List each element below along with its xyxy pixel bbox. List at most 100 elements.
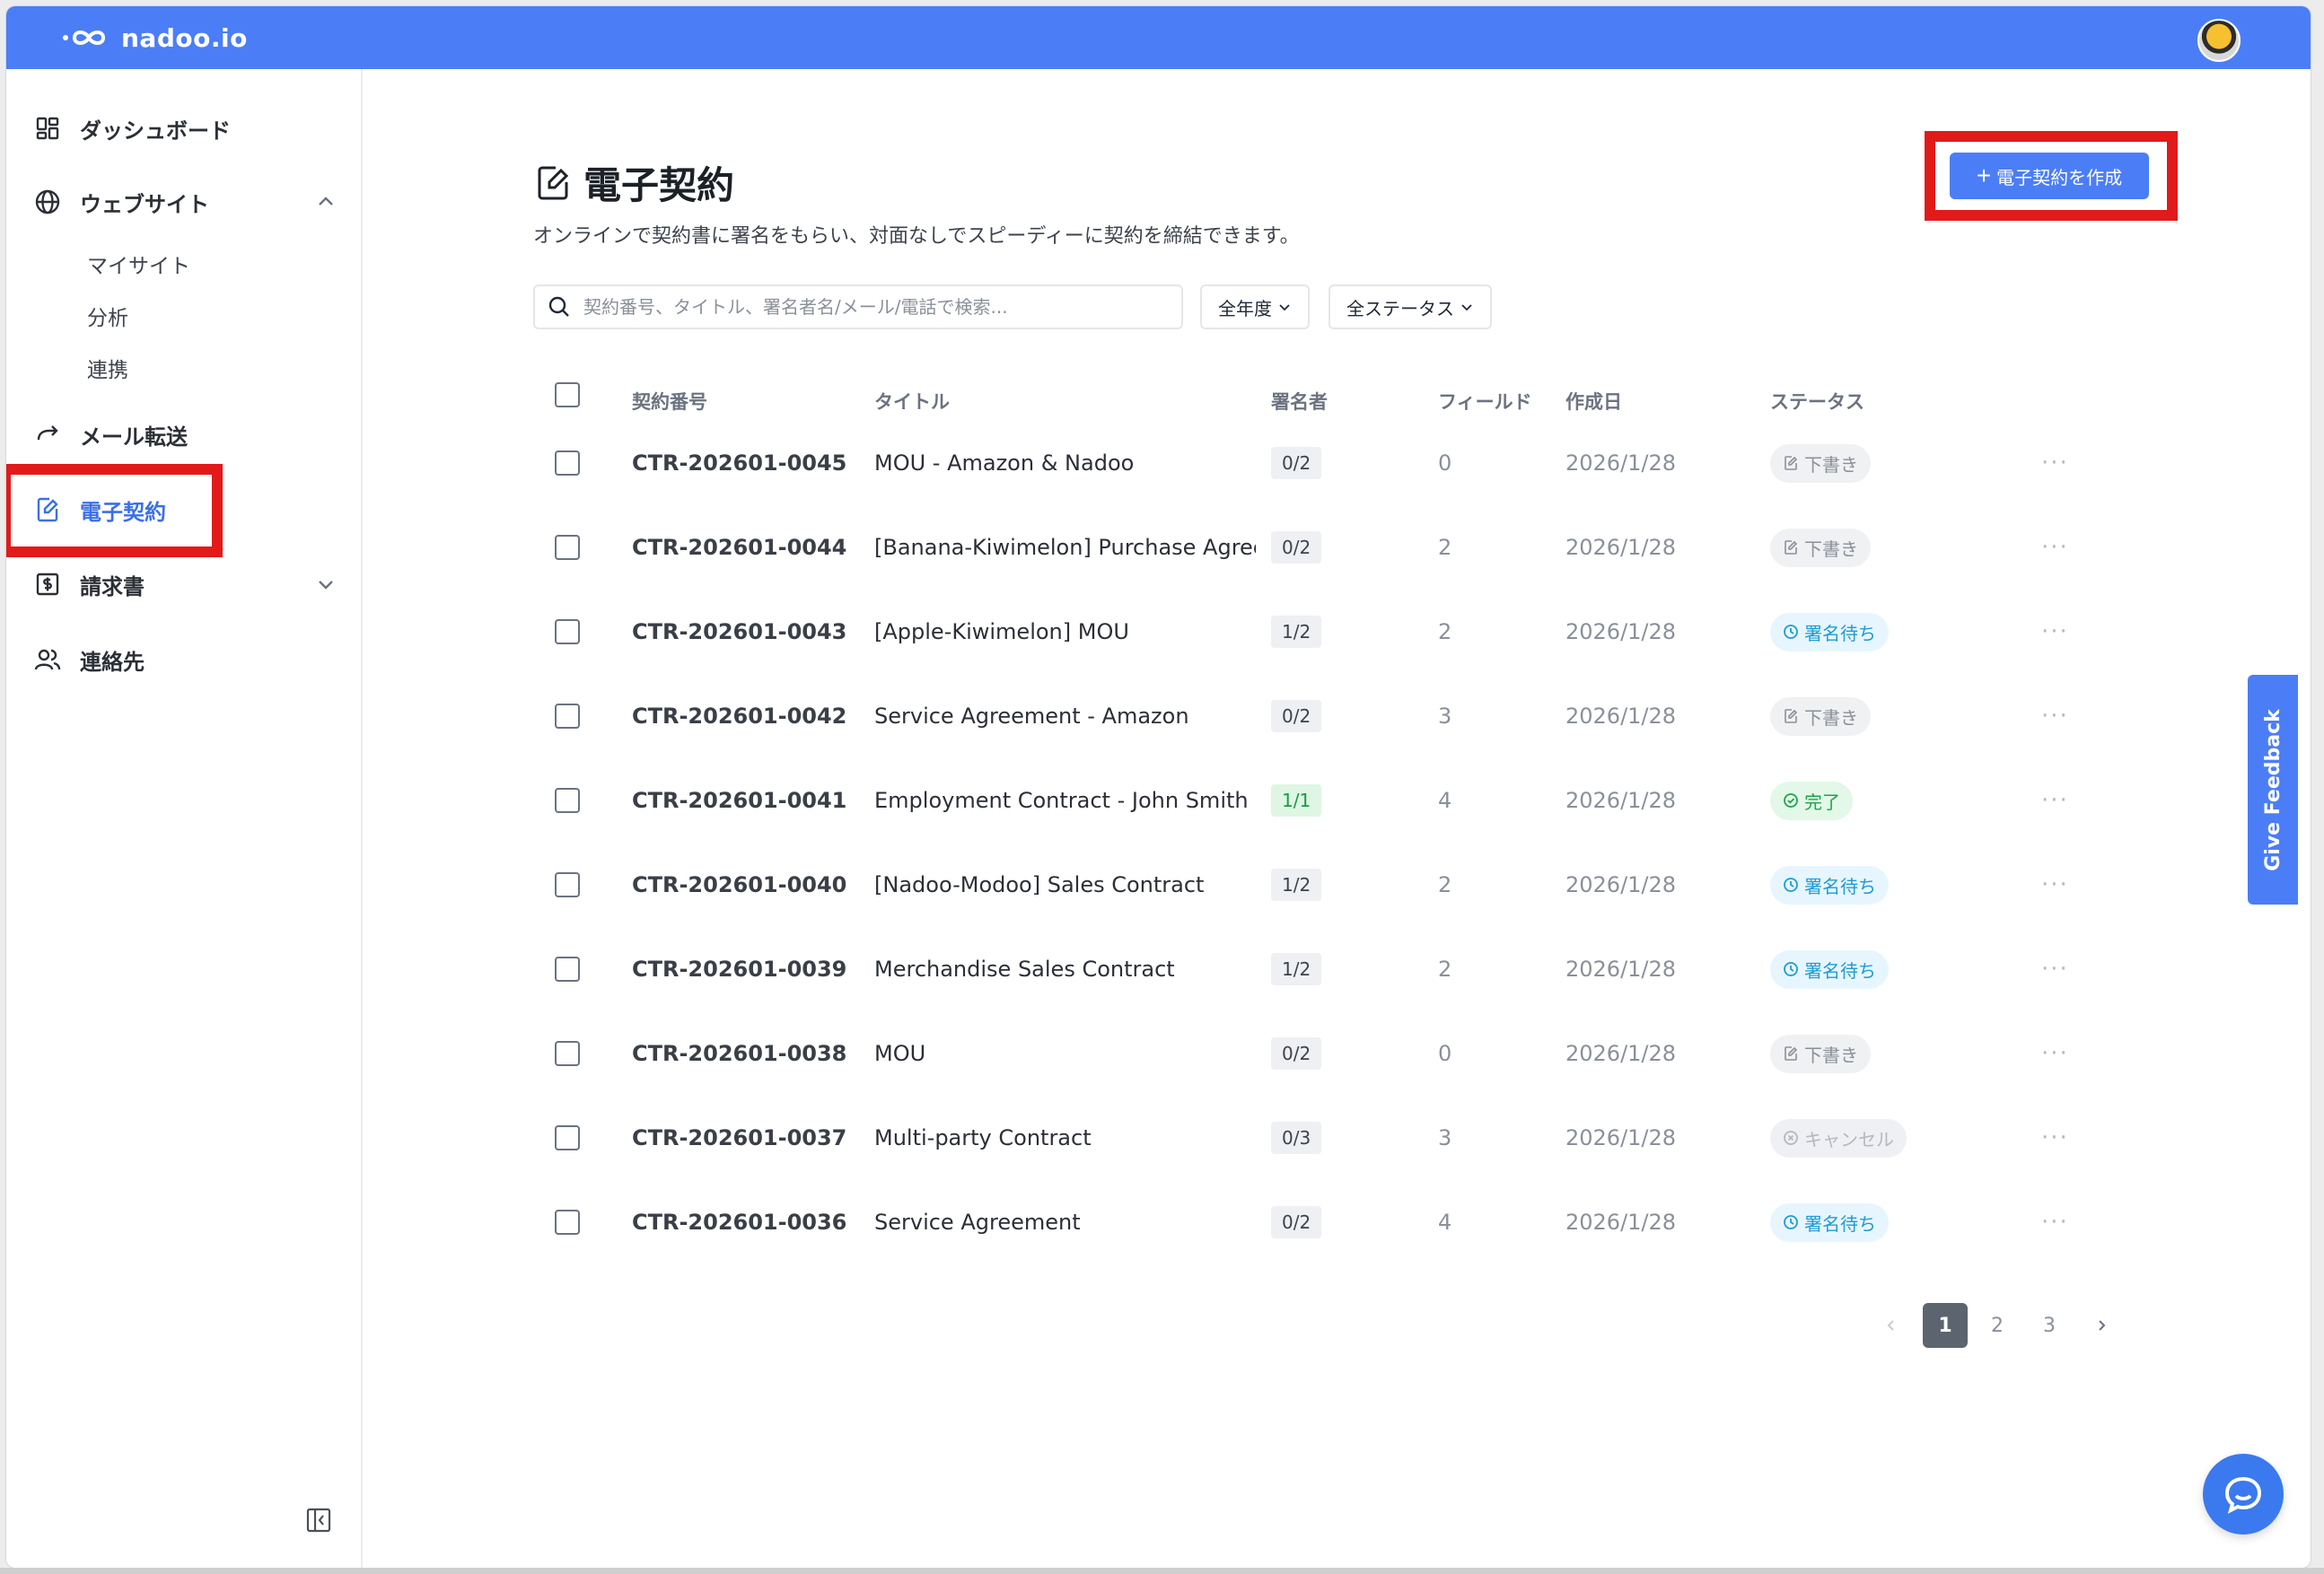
row-checkbox[interactable] (555, 1041, 580, 1066)
chat-support-button[interactable] (2203, 1454, 2284, 1535)
contract-title[interactable]: Service Agreement - Amazon (874, 674, 1256, 758)
field-count: 2 (1438, 535, 1452, 560)
user-avatar[interactable] (2197, 19, 2241, 62)
page-header: 電子契約 (533, 155, 734, 210)
row-checkbox[interactable] (555, 535, 580, 560)
table-row[interactable]: CTR-202601-0042 Service Agreement - Amazo… (363, 674, 2311, 758)
give-feedback-tab[interactable]: Give Feedback (2248, 675, 2298, 905)
signer-count-badge: 1/2 (1271, 869, 1322, 901)
status-badge: 署名待ち (1770, 949, 1889, 989)
status-cell: 署名待ち (1770, 843, 1889, 927)
table-row[interactable]: CTR-202601-0040 [Nadoo-Modoo] Sales Contr… (363, 843, 2311, 927)
contract-title[interactable]: Multi-party Contract (874, 1096, 1256, 1180)
table-row[interactable]: CTR-202601-0043 [Apple-Kiwimelon] MOU 1/2 2… (363, 590, 2311, 674)
page-button-2[interactable]: 2 (1975, 1303, 2020, 1348)
contract-number[interactable]: CTR-202601-0039 (632, 927, 846, 1011)
more-actions-button[interactable]: ··· (2041, 758, 2069, 843)
table-row[interactable]: CTR-202601-0041 Employment Contract - Joh… (363, 758, 2311, 843)
table-row[interactable]: CTR-202601-0045 MOU - Amazon & Nadoo 0/2 0 2… (363, 421, 2311, 505)
row-checkbox[interactable] (555, 872, 580, 897)
row-checkbox[interactable] (555, 957, 580, 982)
contract-number[interactable]: CTR-202601-0040 (632, 843, 846, 927)
row-checkbox[interactable] (555, 788, 580, 813)
next-page-button[interactable] (2079, 1303, 2124, 1348)
sidebar-subitem-mysite[interactable]: マイサイト (87, 249, 190, 279)
contract-number[interactable]: CTR-202601-0043 (632, 590, 846, 674)
more-actions-button[interactable]: ··· (2041, 1180, 2069, 1264)
row-checkbox[interactable] (555, 450, 580, 476)
search-box[interactable] (533, 284, 1183, 329)
more-horizontal-icon: ··· (2041, 1124, 2069, 1151)
contract-number[interactable]: CTR-202601-0042 (632, 674, 846, 758)
contract-number[interactable]: CTR-202601-0044 (632, 505, 846, 590)
contract-title[interactable]: MOU - Amazon & Nadoo (874, 421, 1256, 505)
more-actions-button[interactable]: ··· (2041, 1011, 2069, 1096)
table-row[interactable]: CTR-202601-0036 Service Agreement 0/2 4 2026… (363, 1180, 2311, 1264)
column-header-status[interactable]: ステータス (1770, 388, 1864, 415)
field-count: 2 (1438, 957, 1452, 982)
year-filter-label: 全年度 (1218, 297, 1272, 319)
contract-title[interactable]: Employment Contract - John Smith (874, 758, 1256, 843)
page-button-3[interactable]: 3 (2027, 1303, 2072, 1348)
infinity-logo-icon (63, 31, 106, 45)
sidebar-item-mail-forward[interactable]: メール転送 (6, 407, 361, 461)
search-input[interactable] (582, 295, 1160, 319)
field-count: 3 (1438, 1125, 1452, 1150)
contract-title[interactable]: MOU (874, 1011, 1256, 1096)
row-checkbox[interactable] (555, 619, 580, 644)
select-all-checkbox[interactable] (555, 382, 580, 407)
table-row[interactable]: CTR-202601-0037 Multi-party Contract 0/3 3 2… (363, 1096, 2311, 1180)
column-header-fields[interactable]: フィールド (1438, 388, 1532, 415)
year-filter-dropdown[interactable]: 全年度 (1200, 284, 1310, 329)
more-horizontal-icon: ··· (2041, 534, 2069, 561)
signer-count-badge: 0/2 (1271, 447, 1322, 479)
collapse-sidebar-icon[interactable] (305, 1507, 332, 1534)
column-header-title[interactable]: タイトル (874, 388, 950, 415)
sidebar-subitem-analytics[interactable]: 分析 (87, 301, 128, 331)
contract-number[interactable]: CTR-202601-0041 (632, 758, 846, 843)
more-actions-button[interactable]: ··· (2041, 590, 2069, 674)
more-actions-button[interactable]: ··· (2041, 674, 2069, 758)
sidebar-subitem-integrations[interactable]: 連携 (87, 353, 128, 383)
column-header-created[interactable]: 作成日 (1565, 388, 1622, 415)
more-actions-button[interactable]: ··· (2041, 505, 2069, 590)
status-badge: 完了 (1770, 781, 1853, 820)
create-contract-button[interactable]: + 電子契約を作成 (1950, 153, 2149, 199)
brand-logo[interactable]: nadoo.io (62, 23, 248, 53)
invoice-icon (33, 570, 62, 599)
column-header-signers[interactable]: 署名者 (1271, 388, 1328, 415)
contract-number[interactable]: CTR-202601-0037 (632, 1096, 846, 1180)
contract-title[interactable]: [Apple-Kiwimelon] MOU (874, 590, 1256, 674)
status-cell: 下書き (1770, 674, 1871, 758)
table-row[interactable]: CTR-202601-0038 MOU 0/2 0 2026/1/28 下書き ··· (363, 1011, 2311, 1096)
status-label: 下書き (1804, 706, 1858, 729)
prev-page-button[interactable] (1869, 1303, 1914, 1348)
more-actions-button[interactable]: ··· (2041, 927, 2069, 1011)
table-row[interactable]: CTR-202601-0044 [Banana-Kiwimelon] Purcha… (363, 505, 2311, 590)
bottom-strip (0, 1568, 2324, 1574)
forward-arrow-icon (33, 420, 62, 449)
page-button-1[interactable]: 1 (1923, 1303, 1968, 1348)
row-checkbox[interactable] (555, 1210, 580, 1235)
more-actions-button[interactable]: ··· (2041, 421, 2069, 505)
contract-number[interactable]: CTR-202601-0038 (632, 1011, 846, 1096)
more-actions-button[interactable]: ··· (2041, 1096, 2069, 1180)
contract-number[interactable]: CTR-202601-0045 (632, 421, 846, 505)
sidebar-item-website[interactable]: ウェブサイト (6, 175, 361, 229)
more-actions-button[interactable]: ··· (2041, 843, 2069, 927)
contract-title[interactable]: [Nadoo-Modoo] Sales Contract (874, 843, 1256, 927)
contract-number[interactable]: CTR-202601-0036 (632, 1180, 846, 1264)
contract-title[interactable]: [Banana-Kiwimelon] Purchase Agreement (874, 505, 1256, 590)
sidebar-item-invoice[interactable]: 請求書 (6, 557, 361, 611)
status-filter-dropdown[interactable]: 全ステータス (1329, 284, 1492, 329)
row-checkbox[interactable] (555, 704, 580, 729)
row-checkbox[interactable] (555, 1125, 580, 1150)
sidebar-item-dashboard[interactable]: ダッシュボード (6, 101, 361, 155)
signer-count-badge: 1/1 (1271, 784, 1322, 817)
contract-title[interactable]: Merchandise Sales Contract (874, 927, 1256, 1011)
contract-title[interactable]: Service Agreement (874, 1180, 1256, 1264)
sidebar-item-contacts[interactable]: 連絡先 (6, 633, 361, 686)
table-row[interactable]: CTR-202601-0039 Merchandise Sales Contrac… (363, 927, 2311, 1011)
sidebar-item-e-contract[interactable]: 電子契約 (6, 483, 361, 537)
column-header-number[interactable]: 契約番号 (632, 388, 707, 415)
